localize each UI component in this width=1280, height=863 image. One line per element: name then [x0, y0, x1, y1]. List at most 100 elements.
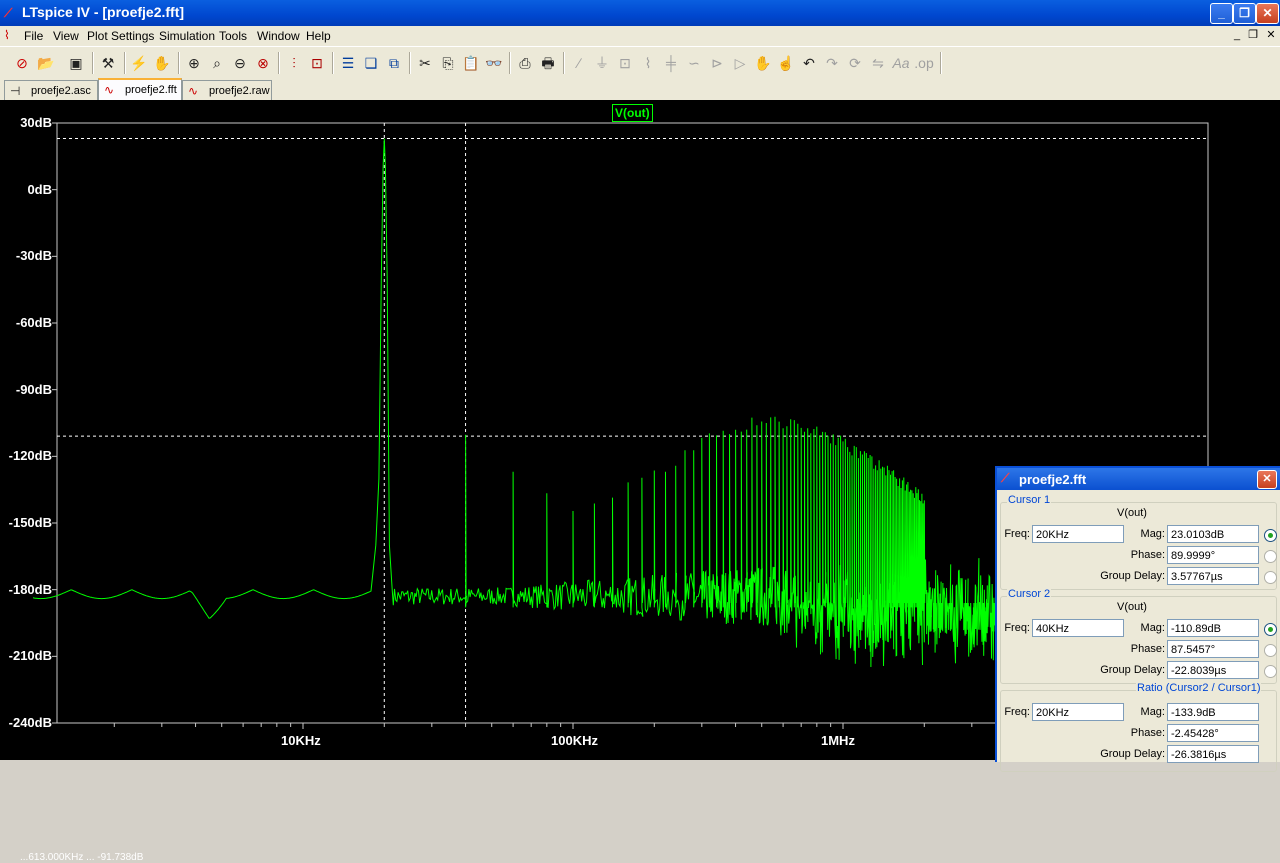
cursor-dialog[interactable]: ⟋ proefje2.fft ✕ Cursor 1 V(out) Freq: 2…: [995, 466, 1280, 772]
document-icon[interactable]: ⌇: [4, 28, 20, 43]
menu-help[interactable]: Help: [306, 29, 331, 43]
halt-icon[interactable]: ✋: [152, 53, 172, 73]
zoom-fit-icon[interactable]: ⊡: [307, 53, 327, 73]
waveform-icon: ∿: [188, 84, 199, 98]
close-button[interactable]: ✕: [1256, 3, 1279, 24]
y-tick-label: -150dB: [8, 515, 52, 530]
dialog-titlebar[interactable]: ⟋ proefje2.fft ✕: [997, 468, 1280, 490]
paste-icon[interactable]: 📋: [461, 53, 481, 73]
redo-icon[interactable]: ↷: [822, 53, 842, 73]
zoom-rect-icon[interactable]: ⌕: [207, 53, 227, 73]
copy-icon[interactable]: ⎘: [438, 53, 458, 73]
ratio-mag-label: Mag:: [1140, 706, 1165, 718]
restore-button[interactable]: ❐: [1233, 3, 1256, 24]
cascade-icon[interactable]: ❏: [361, 53, 381, 73]
new-schematic-icon[interactable]: ⊘: [12, 53, 32, 73]
title-bar: ⟋ LTspice IV - [proefje2.fft] _ ❐ ✕: [0, 0, 1280, 26]
tab-proefje2-fft[interactable]: ∿ proefje2.fft: [98, 78, 182, 102]
menu-plot-settings[interactable]: Plot Settings: [87, 29, 154, 43]
cursor1-mag-field[interactable]: 23.0103dB: [1167, 525, 1259, 543]
zoom-out-icon[interactable]: ⊖: [230, 53, 250, 73]
cursor2-mag-field[interactable]: -110.89dB: [1167, 619, 1259, 637]
cursor1-mag-label: Mag:: [1140, 528, 1165, 540]
ltspice-logo-icon: ⟋: [1001, 471, 1010, 485]
ratio-gd-label: Group Delay:: [1100, 748, 1165, 760]
print-icon[interactable]: 🖶: [538, 53, 558, 73]
cursor1-gd-field[interactable]: 3.57767µs: [1167, 567, 1259, 585]
schematic-icon: ⊣: [10, 84, 21, 98]
cursor2-phase-field[interactable]: 87.5457°: [1167, 640, 1259, 658]
x-tick-label: 1MHz: [821, 733, 855, 748]
resistor-icon[interactable]: ⌇: [638, 53, 658, 73]
y-tick-label: -240dB: [8, 715, 52, 730]
spice-directive-icon[interactable]: .op: [914, 53, 934, 73]
cursor1-legend: Cursor 1: [1007, 494, 1052, 506]
window-title: LTspice IV - [proefje2.fft]: [22, 4, 185, 20]
open-icon[interactable]: 📂: [36, 53, 56, 73]
x-tick-label: 10KHz: [281, 733, 321, 748]
ratio-mag-field[interactable]: -133.9dB: [1167, 703, 1259, 721]
close-windows-icon[interactable]: ⧉: [384, 53, 404, 73]
ratio-phase-field[interactable]: -2.45428°: [1167, 724, 1259, 742]
ltspice-logo-icon: ⟋: [4, 6, 13, 20]
menu-window[interactable]: Window: [257, 29, 300, 43]
capacitor-icon[interactable]: ╪: [661, 53, 681, 73]
tile-horizontal-icon[interactable]: ☰: [338, 53, 358, 73]
ratio-gd-field[interactable]: -26.3816µs: [1167, 745, 1259, 763]
document-tabs: ⊣ proefje2.asc ∿ proefje2.fft ∿ proefje2…: [0, 78, 1280, 102]
menu-file[interactable]: File: [24, 29, 43, 43]
cursor1-gd-label: Group Delay:: [1100, 570, 1165, 582]
ratio-freq-label: Freq:: [1004, 706, 1030, 718]
cursor1-phase-field[interactable]: 89.9999°: [1167, 546, 1259, 564]
tab-proefje2-raw[interactable]: ∿ proefje2.raw: [182, 80, 272, 100]
cursor1-mag-radio[interactable]: [1264, 529, 1277, 542]
zoom-in-icon[interactable]: ⊕: [184, 53, 204, 73]
y-tick-label: -90dB: [15, 381, 52, 397]
trace-label[interactable]: V(out): [612, 104, 653, 122]
cursor2-gd-radio[interactable]: [1264, 665, 1277, 678]
mirror-icon[interactable]: ⇋: [868, 53, 888, 73]
text-icon[interactable]: Aa: [891, 53, 911, 73]
zoom-cancel-icon[interactable]: ⊗: [253, 53, 273, 73]
cursor1-trace: V(out): [1117, 507, 1147, 519]
find-icon[interactable]: 👓: [484, 53, 504, 73]
cursor2-mag-label: Mag:: [1140, 622, 1165, 634]
ratio-legend: Ratio (Cursor2 / Cursor1): [1136, 682, 1262, 694]
control-panel-icon[interactable]: ⚒: [98, 53, 118, 73]
cursor1-phase-radio[interactable]: [1264, 550, 1277, 563]
mdi-close-button[interactable]: ✕: [1264, 29, 1278, 42]
y-tick-label: -180dB: [8, 581, 52, 597]
inductor-icon[interactable]: ∽: [684, 53, 704, 73]
cursor2-mag-radio[interactable]: [1264, 623, 1277, 636]
drag-icon[interactable]: ☝: [776, 53, 796, 73]
cursor2-phase-radio[interactable]: [1264, 644, 1277, 657]
y-tick-label: -30dB: [15, 248, 52, 264]
save-icon[interactable]: ▣: [66, 53, 86, 73]
y-tick-label: -120dB: [8, 448, 52, 464]
dialog-close-button[interactable]: ✕: [1257, 470, 1277, 489]
ground-icon[interactable]: ⏚: [592, 53, 612, 73]
diode-icon[interactable]: ⊳: [707, 53, 727, 73]
mdi-restore-button[interactable]: ❐: [1246, 29, 1260, 42]
rotate-icon[interactable]: ⟳: [845, 53, 865, 73]
menu-tools[interactable]: Tools: [219, 29, 247, 43]
print-setup-icon[interactable]: ⎙: [515, 53, 535, 73]
move-icon[interactable]: ✋: [753, 53, 773, 73]
autorange-icon[interactable]: ⫶: [284, 53, 304, 73]
wire-icon[interactable]: ∕: [569, 53, 589, 73]
waveform-icon: ∿: [104, 83, 115, 97]
cursor1-gd-radio[interactable]: [1264, 571, 1277, 584]
component-icon[interactable]: ▷: [730, 53, 750, 73]
run-icon[interactable]: ⚡: [129, 53, 149, 73]
label-icon[interactable]: ⊡: [615, 53, 635, 73]
cursor1-phase-label: Phase:: [1130, 549, 1165, 561]
y-tick-label: 0dB: [27, 181, 52, 197]
menu-view[interactable]: View: [53, 29, 79, 43]
undo-icon[interactable]: ↶: [799, 53, 819, 73]
mdi-minimize-button[interactable]: _: [1230, 29, 1244, 42]
menu-simulation[interactable]: Simulation: [159, 29, 215, 43]
cut-icon[interactable]: ✂: [415, 53, 435, 73]
cursor2-gd-field[interactable]: -22.8039µs: [1167, 661, 1259, 679]
tab-proefje2-asc[interactable]: ⊣ proefje2.asc: [4, 80, 98, 100]
minimize-button[interactable]: _: [1210, 3, 1233, 24]
